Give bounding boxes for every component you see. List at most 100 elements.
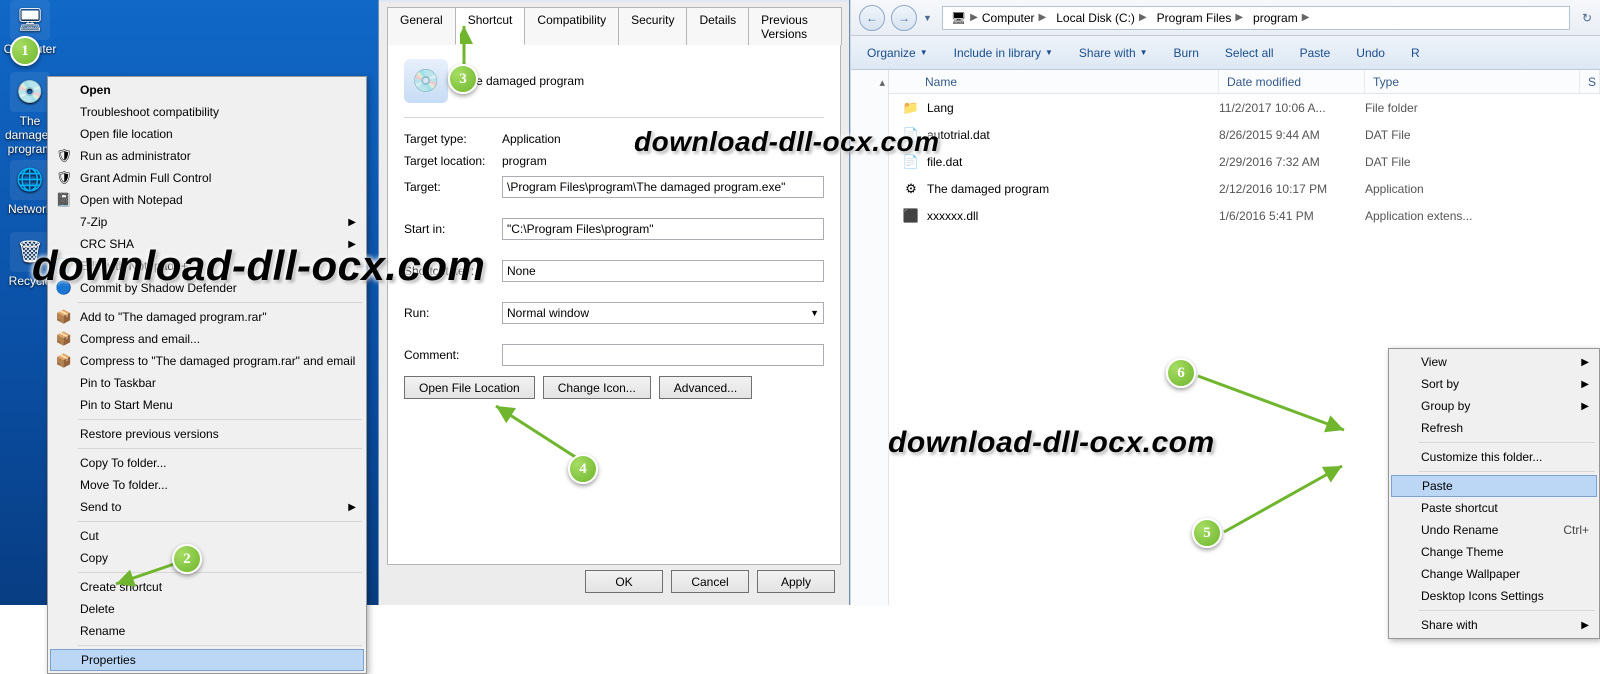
ectx-refresh[interactable]: Refresh [1391,417,1597,439]
toolbar-share-with[interactable]: Share with▼ [1079,46,1148,60]
ctx-send-to[interactable]: Send to▶ [50,496,364,518]
ctx-troubleshoot[interactable]: Troubleshoot compatibility [50,101,364,123]
ctx-grant-admin[interactable]: 🛡Grant Admin Full Control [50,167,364,189]
toolbar-include-in-library[interactable]: Include in library▼ [954,46,1053,60]
ectx-view[interactable]: View▶ [1391,351,1597,373]
ctx-open[interactable]: Open [50,79,364,101]
start-in-input[interactable] [502,218,824,240]
tab-previous-versions[interactable]: Previous Versions [748,7,842,45]
run-select[interactable]: Normal window▼ [502,302,824,324]
toolbar-r[interactable]: R [1411,46,1420,60]
target-location-label: Target location: [404,154,502,168]
file-row[interactable]: ⬛xxxxxx.dll1/6/2016 5:41 PMApplication e… [889,202,1600,229]
network-icon: 🌐 [10,160,50,200]
ctx-compress-rar-email[interactable]: 📦Compress to "The damaged program.rar" a… [50,350,364,372]
toolbar-select-all[interactable]: Select all [1225,46,1274,60]
rar-icon: 📦 [56,353,72,369]
toolbar-organize[interactable]: Organize▼ [867,46,928,60]
tab-shortcut[interactable]: Shortcut [455,7,526,45]
col-type[interactable]: Type [1365,70,1580,93]
apply-button[interactable]: Apply [757,570,835,593]
explorer-toolbar: Organize▼ Include in library▼ Share with… [851,36,1600,70]
ectx-paste-shortcut[interactable]: Paste shortcut [1391,497,1597,519]
ctx-delete[interactable]: Delete [50,598,364,620]
file-row[interactable]: 📁Lang11/2/2017 10:06 A...File folder [889,94,1600,121]
ectx-change-theme[interactable]: Change Theme [1391,541,1597,563]
history-chevron-icon[interactable]: ▼ [923,13,932,23]
tab-bar: General Shortcut Compatibility Security … [387,6,841,45]
ctx-copy-to[interactable]: Copy To folder... [50,452,364,474]
ctx-cut[interactable]: Cut [50,525,364,547]
forward-button[interactable]: → [891,5,917,31]
ctx-pin-taskbar[interactable]: Pin to Taskbar [50,372,364,394]
ctx-move-to[interactable]: Move To folder... [50,474,364,496]
submenu-arrow-icon: ▶ [1581,357,1589,368]
ctx-add-rar[interactable]: 📦Add to "The damaged program.rar" [50,306,364,328]
ctx-copy[interactable]: Copy [50,547,364,569]
ectx-paste[interactable]: Paste [1391,475,1597,497]
ectx-customize-folder[interactable]: Customize this folder... [1391,446,1597,468]
toolbar-paste[interactable]: Paste [1300,46,1331,60]
file-type: File folder [1365,101,1600,115]
columns-header: Name Date modified Type S [889,70,1600,94]
ectx-sort-by[interactable]: Sort by▶ [1391,373,1597,395]
start-in-label: Start in: [404,222,502,236]
scroll-up-icon[interactable]: ▴ [879,76,885,89]
shortcut-key-input[interactable] [502,260,824,282]
ectx-undo-rename[interactable]: Undo RenameCtrl+ [1391,519,1597,541]
crumb-program-files[interactable]: Program Files▶ [1153,7,1249,29]
ctx-create-shortcut[interactable]: Create shortcut [50,576,364,598]
crumb-computer[interactable]: Computer▶ [978,7,1052,29]
col-s[interactable]: S [1580,70,1600,93]
ok-button[interactable]: OK [585,570,663,593]
refresh-icon[interactable]: ↻ [1582,11,1592,25]
open-file-location-button[interactable]: Open File Location [404,376,535,399]
back-button[interactable]: ← [859,5,885,31]
ectx-desktop-icons-settings[interactable]: Desktop Icons Settings [1391,585,1597,607]
tree-column[interactable]: ▴ [851,70,889,605]
ectx-change-wallpaper[interactable]: Change Wallpaper [1391,563,1597,585]
ctx-7zip[interactable]: 7-Zip▶ [50,211,364,233]
ctx-rename[interactable]: Rename [50,620,364,642]
file-row[interactable]: 📄autotrial.dat8/26/2015 9:44 AMDAT File [889,121,1600,148]
file-row[interactable]: ⚙The damaged program2/12/2016 10:17 PMAp… [889,175,1600,202]
col-name[interactable]: Name [889,70,1219,93]
crumb-local-disk[interactable]: Local Disk (C:)▶ [1052,7,1152,29]
change-icon-button[interactable]: Change Icon... [543,376,651,399]
breadcrumb-bar[interactable]: 🖥▶ Computer▶ Local Disk (C:)▶ Program Fi… [942,6,1570,30]
chevron-down-icon: ▼ [1140,48,1148,57]
crumb-program[interactable]: program▶ [1249,7,1315,29]
comment-input[interactable] [502,344,824,366]
file-icon: ⚙ [903,181,919,197]
ctx-properties[interactable]: Properties [50,649,364,671]
chevron-down-icon: ▼ [920,48,928,57]
toolbar-undo[interactable]: Undo [1356,46,1385,60]
cancel-button[interactable]: Cancel [671,570,749,593]
ctx-open-notepad[interactable]: 📓Open with Notepad [50,189,364,211]
advanced-button[interactable]: Advanced... [659,376,752,399]
ctx-edit-npp[interactable]: 📝Edit with Notepad++ [50,255,364,277]
ctx-restore-versions[interactable]: Restore previous versions [50,423,364,445]
step-badge-1: 1 [10,36,40,66]
tab-security[interactable]: Security [618,7,687,45]
file-date: 2/12/2016 10:17 PM [1219,182,1365,196]
tab-compatibility[interactable]: Compatibility [524,7,619,45]
separator [78,645,362,646]
ctx-pin-start[interactable]: Pin to Start Menu [50,394,364,416]
tab-details[interactable]: Details [686,7,749,45]
chevron-down-icon: ▼ [1045,48,1053,57]
file-name: xxxxxx.dll [927,209,978,223]
ctx-shadow-defender[interactable]: 🔵Commit by Shadow Defender [50,277,364,299]
ctx-open-file-location[interactable]: Open file location [50,123,364,145]
toolbar-burn[interactable]: Burn [1174,46,1199,60]
ectx-group-by[interactable]: Group by▶ [1391,395,1597,417]
target-input[interactable] [502,176,824,198]
file-row[interactable]: 📄file.dat2/29/2016 7:32 AMDAT File [889,148,1600,175]
tab-general[interactable]: General [387,7,456,45]
ctx-compress-email[interactable]: 📦Compress and email... [50,328,364,350]
ectx-share-with[interactable]: Share with▶ [1391,614,1597,636]
col-date[interactable]: Date modified [1219,70,1365,93]
ctx-run-as-admin[interactable]: 🛡Run as administrator [50,145,364,167]
computer-small-icon: 🖥 [951,11,966,25]
ctx-crc-sha[interactable]: CRC SHA▶ [50,233,364,255]
